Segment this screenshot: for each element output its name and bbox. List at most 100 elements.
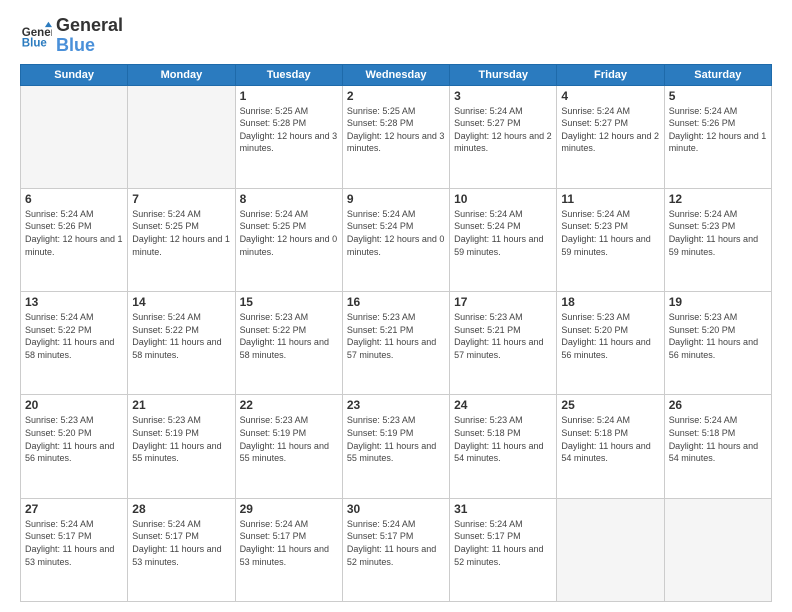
calendar-cell: 23 Sunrise: 5:23 AM Sunset: 5:19 PM Dayli… xyxy=(342,395,449,498)
calendar-cell: 4 Sunrise: 5:24 AM Sunset: 5:27 PM Daylig… xyxy=(557,85,664,188)
day-detail: Sunrise: 5:25 AM Sunset: 5:28 PM Dayligh… xyxy=(347,105,445,155)
day-number: 29 xyxy=(240,502,338,516)
day-number: 12 xyxy=(669,192,767,206)
day-detail: Sunrise: 5:23 AM Sunset: 5:19 PM Dayligh… xyxy=(240,414,338,464)
day-detail: Sunrise: 5:24 AM Sunset: 5:17 PM Dayligh… xyxy=(240,518,338,568)
day-number: 14 xyxy=(132,295,230,309)
weekday-header: Saturday xyxy=(664,64,771,85)
day-detail: Sunrise: 5:24 AM Sunset: 5:17 PM Dayligh… xyxy=(132,518,230,568)
calendar-cell xyxy=(128,85,235,188)
week-row: 13 Sunrise: 5:24 AM Sunset: 5:22 PM Dayli… xyxy=(21,292,772,395)
calendar-cell: 27 Sunrise: 5:24 AM Sunset: 5:17 PM Dayli… xyxy=(21,498,128,601)
calendar-cell: 14Sunrise: 5:24 AM Sunset: 5:22 PM Dayli… xyxy=(128,292,235,395)
day-number: 31 xyxy=(454,502,552,516)
day-detail: Sunrise: 5:23 AM Sunset: 5:20 PM Dayligh… xyxy=(561,311,659,361)
calendar-cell: 12 Sunrise: 5:24 AM Sunset: 5:23 PM Dayli… xyxy=(664,188,771,291)
day-detail: Sunrise: 5:23 AM Sunset: 5:20 PM Dayligh… xyxy=(669,311,767,361)
calendar-cell: 31 Sunrise: 5:24 AM Sunset: 5:17 PM Dayli… xyxy=(450,498,557,601)
calendar-cell: 30Sunrise: 5:24 AM Sunset: 5:17 PM Dayli… xyxy=(342,498,449,601)
day-detail: Sunrise: 5:23 AM Sunset: 5:19 PM Dayligh… xyxy=(132,414,230,464)
day-detail: Sunrise: 5:24 AM Sunset: 5:25 PM Dayligh… xyxy=(240,208,338,258)
day-detail: Sunrise: 5:23 AM Sunset: 5:22 PM Dayligh… xyxy=(240,311,338,361)
day-number: 18 xyxy=(561,295,659,309)
page-header: General Blue General Blue xyxy=(20,16,772,56)
weekday-header-row: SundayMondayTuesdayWednesdayThursdayFrid… xyxy=(21,64,772,85)
svg-text:Blue: Blue xyxy=(22,37,48,49)
week-row: 1 Sunrise: 5:25 AM Sunset: 5:28 PM Daylig… xyxy=(21,85,772,188)
week-row: 27 Sunrise: 5:24 AM Sunset: 5:17 PM Dayli… xyxy=(21,498,772,601)
day-number: 13 xyxy=(25,295,123,309)
calendar-cell: 25Sunrise: 5:24 AM Sunset: 5:18 PM Dayli… xyxy=(557,395,664,498)
calendar-cell: 16Sunrise: 5:23 AM Sunset: 5:21 PM Dayli… xyxy=(342,292,449,395)
calendar-cell: 26 Sunrise: 5:24 AM Sunset: 5:18 PM Dayli… xyxy=(664,395,771,498)
day-number: 6 xyxy=(25,192,123,206)
calendar-cell: 19 Sunrise: 5:23 AM Sunset: 5:20 PM Dayli… xyxy=(664,292,771,395)
day-number: 11 xyxy=(561,192,659,206)
logo-text: General Blue xyxy=(56,16,123,56)
calendar-cell: 2 Sunrise: 5:25 AM Sunset: 5:28 PM Daylig… xyxy=(342,85,449,188)
calendar-cell: 17 Sunrise: 5:23 AM Sunset: 5:21 PM Dayli… xyxy=(450,292,557,395)
day-number: 16 xyxy=(347,295,445,309)
calendar-cell: 9 Sunrise: 5:24 AM Sunset: 5:24 PM Daylig… xyxy=(342,188,449,291)
day-detail: Sunrise: 5:24 AM Sunset: 5:23 PM Dayligh… xyxy=(669,208,767,258)
weekday-header: Monday xyxy=(128,64,235,85)
calendar-cell: 20Sunrise: 5:23 AM Sunset: 5:20 PM Dayli… xyxy=(21,395,128,498)
day-detail: Sunrise: 5:24 AM Sunset: 5:18 PM Dayligh… xyxy=(669,414,767,464)
day-detail: Sunrise: 5:24 AM Sunset: 5:17 PM Dayligh… xyxy=(347,518,445,568)
day-detail: Sunrise: 5:23 AM Sunset: 5:20 PM Dayligh… xyxy=(25,414,123,464)
calendar-cell: 10Sunrise: 5:24 AM Sunset: 5:24 PM Dayli… xyxy=(450,188,557,291)
calendar-cell: 15 Sunrise: 5:23 AM Sunset: 5:22 PM Dayli… xyxy=(235,292,342,395)
day-number: 5 xyxy=(669,89,767,103)
day-number: 26 xyxy=(669,398,767,412)
day-number: 2 xyxy=(347,89,445,103)
day-number: 17 xyxy=(454,295,552,309)
calendar-cell: 13 Sunrise: 5:24 AM Sunset: 5:22 PM Dayli… xyxy=(21,292,128,395)
calendar-cell: 24 Sunrise: 5:23 AM Sunset: 5:18 PM Dayli… xyxy=(450,395,557,498)
logo-icon: General Blue xyxy=(20,20,52,52)
day-detail: Sunrise: 5:23 AM Sunset: 5:18 PM Dayligh… xyxy=(454,414,552,464)
day-number: 24 xyxy=(454,398,552,412)
day-detail: Sunrise: 5:25 AM Sunset: 5:28 PM Dayligh… xyxy=(240,105,338,155)
day-number: 9 xyxy=(347,192,445,206)
calendar-cell: 3 Sunrise: 5:24 AM Sunset: 5:27 PM Daylig… xyxy=(450,85,557,188)
day-number: 8 xyxy=(240,192,338,206)
day-number: 21 xyxy=(132,398,230,412)
calendar-cell: 8 Sunrise: 5:24 AM Sunset: 5:25 PM Daylig… xyxy=(235,188,342,291)
calendar-cell xyxy=(557,498,664,601)
day-detail: Sunrise: 5:24 AM Sunset: 5:17 PM Dayligh… xyxy=(25,518,123,568)
calendar-cell: 6Sunrise: 5:24 AM Sunset: 5:26 PM Daylig… xyxy=(21,188,128,291)
calendar-cell: 18 Sunrise: 5:23 AM Sunset: 5:20 PM Dayli… xyxy=(557,292,664,395)
calendar-cell: 1 Sunrise: 5:25 AM Sunset: 5:28 PM Daylig… xyxy=(235,85,342,188)
day-number: 23 xyxy=(347,398,445,412)
day-detail: Sunrise: 5:24 AM Sunset: 5:26 PM Dayligh… xyxy=(669,105,767,155)
weekday-header: Sunday xyxy=(21,64,128,85)
day-number: 3 xyxy=(454,89,552,103)
day-detail: Sunrise: 5:24 AM Sunset: 5:22 PM Dayligh… xyxy=(25,311,123,361)
calendar-cell: 5 Sunrise: 5:24 AM Sunset: 5:26 PM Daylig… xyxy=(664,85,771,188)
day-number: 7 xyxy=(132,192,230,206)
day-detail: Sunrise: 5:23 AM Sunset: 5:19 PM Dayligh… xyxy=(347,414,445,464)
calendar-page: General Blue General Blue SundayMondayTu… xyxy=(0,0,792,612)
calendar-cell: 22 Sunrise: 5:23 AM Sunset: 5:19 PM Dayli… xyxy=(235,395,342,498)
day-detail: Sunrise: 5:23 AM Sunset: 5:21 PM Dayligh… xyxy=(454,311,552,361)
week-row: 6Sunrise: 5:24 AM Sunset: 5:26 PM Daylig… xyxy=(21,188,772,291)
day-number: 1 xyxy=(240,89,338,103)
calendar-cell xyxy=(21,85,128,188)
day-detail: Sunrise: 5:24 AM Sunset: 5:25 PM Dayligh… xyxy=(132,208,230,258)
weekday-header: Tuesday xyxy=(235,64,342,85)
day-number: 27 xyxy=(25,502,123,516)
day-detail: Sunrise: 5:24 AM Sunset: 5:27 PM Dayligh… xyxy=(561,105,659,155)
weekday-header: Wednesday xyxy=(342,64,449,85)
calendar-cell: 29 Sunrise: 5:24 AM Sunset: 5:17 PM Dayli… xyxy=(235,498,342,601)
day-number: 10 xyxy=(454,192,552,206)
day-detail: Sunrise: 5:24 AM Sunset: 5:24 PM Dayligh… xyxy=(347,208,445,258)
day-number: 28 xyxy=(132,502,230,516)
day-detail: Sunrise: 5:24 AM Sunset: 5:17 PM Dayligh… xyxy=(454,518,552,568)
day-number: 19 xyxy=(669,295,767,309)
day-detail: Sunrise: 5:24 AM Sunset: 5:27 PM Dayligh… xyxy=(454,105,552,155)
day-number: 22 xyxy=(240,398,338,412)
logo: General Blue General Blue xyxy=(20,16,123,56)
day-number: 4 xyxy=(561,89,659,103)
day-number: 15 xyxy=(240,295,338,309)
day-number: 25 xyxy=(561,398,659,412)
